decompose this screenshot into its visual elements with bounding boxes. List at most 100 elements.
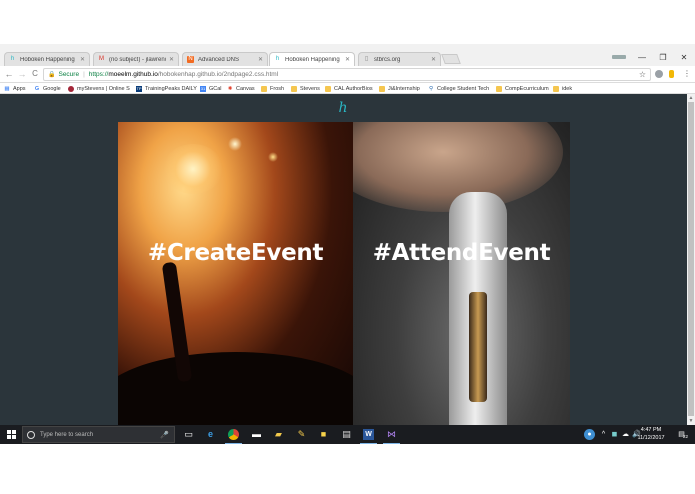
bookmark-compecurriculum[interactable]: CompEcurriculum	[496, 84, 549, 93]
bookmark-cal-authorbios[interactable]: CAL AuthorBios	[325, 84, 373, 93]
bookmark-stevens[interactable]: Stevens	[291, 84, 320, 93]
bookmark-ji-internship[interactable]: Ji&Internship	[379, 84, 420, 93]
close-icon[interactable]: ✕	[258, 56, 263, 63]
edge-icon[interactable]: e	[205, 429, 216, 440]
url-host: moeelm.github.io	[108, 71, 158, 78]
taskbar-search-box[interactable]: Type here to search 🎤	[22, 426, 175, 443]
pen-tip	[469, 292, 487, 402]
tab-hoboken-happening-2[interactable]: h Hoboken Happening ✕	[269, 52, 355, 66]
bookmark-apps[interactable]: ▦ Apps	[4, 84, 26, 93]
tab-advanced-dns[interactable]: N Advanced DNS ✕	[182, 52, 268, 66]
folder-icon	[553, 85, 559, 92]
create-event-heading: #CreateEvent	[147, 240, 324, 266]
address-bar[interactable]: 🔒 Secure | https:// moeelm.github.io /ho…	[43, 68, 651, 81]
chrome-icon[interactable]	[225, 429, 242, 444]
bookmark-label: TrainingPeaks DAILY	[145, 85, 197, 92]
folder-icon	[379, 85, 385, 92]
restore-button[interactable]: ❐	[656, 53, 670, 62]
site-logo[interactable]: h	[336, 100, 350, 116]
close-icon[interactable]: ✕	[80, 56, 85, 63]
bookmark-google[interactable]: G Google	[34, 84, 61, 93]
tab-title: stbrcs.org	[374, 56, 401, 63]
canvas-icon: ✺	[227, 85, 233, 92]
word-icon[interactable]: W	[360, 429, 377, 444]
bookmark-mystevens[interactable]: myStevens | Online S	[68, 84, 130, 93]
minimize-button[interactable]: —	[635, 53, 649, 62]
scroll-down-icon[interactable]: ▼	[687, 418, 695, 424]
crowd-silhouette	[118, 352, 353, 425]
apps-grid-icon: ▦	[4, 85, 10, 92]
tab-title: Hoboken Happening	[20, 56, 75, 63]
profile-icon[interactable]	[612, 55, 626, 59]
extension-icon[interactable]	[669, 70, 674, 78]
screen: h Hoboken Happening ✕ M (no subject) - j…	[0, 44, 695, 444]
separator: |	[83, 71, 85, 78]
bookmark-frosh[interactable]: Frosh	[261, 84, 284, 93]
microphone-icon[interactable]: 🎤	[160, 431, 169, 439]
bookmark-gcal[interactable]: 31 GCal	[200, 84, 222, 93]
reload-button[interactable]: C	[30, 69, 40, 79]
close-window-button[interactable]: ✕	[677, 53, 691, 62]
file-explorer-icon[interactable]: ▰	[273, 429, 284, 440]
bookmark-label: CAL AuthorBios	[334, 85, 373, 92]
gcal-icon: 31	[200, 85, 206, 92]
college-icon: ⚲	[428, 85, 434, 92]
google-icon: G	[34, 85, 40, 92]
close-icon[interactable]: ✕	[345, 56, 350, 63]
tab-stbrcs[interactable]: ▯ stbrcs.org ✕	[358, 52, 441, 66]
tab-title: (no subject) - jlawrenc@	[109, 56, 166, 63]
tab-title: Advanced DNS	[198, 56, 240, 63]
sticky-notes-icon[interactable]: ■	[318, 429, 329, 440]
bookmark-star-icon[interactable]: ☆	[639, 70, 646, 79]
close-icon[interactable]: ✕	[431, 56, 436, 63]
folder-icon	[496, 85, 502, 92]
clock-time[interactable]: 4:47 PM	[631, 427, 671, 433]
bookmark-label: idek	[562, 85, 573, 92]
visual-studio-icon[interactable]: ⋈	[383, 429, 400, 444]
bookmark-idek[interactable]: idek	[553, 84, 572, 93]
shield-extension-icon[interactable]	[655, 70, 663, 78]
folder-icon	[325, 85, 331, 92]
attend-event-heading: #AttendEvent	[372, 240, 551, 266]
bookmark-label: Google	[43, 85, 61, 92]
bookmark-label: College Student Tech	[437, 85, 490, 92]
tray-chevron-icon[interactable]: ^	[598, 429, 609, 440]
clock-date[interactable]: 11/12/2017	[631, 435, 671, 441]
bookmark-label: Apps	[13, 85, 26, 92]
terminal-icon[interactable]: ▬	[251, 429, 262, 440]
avatar-icon[interactable]: ●	[584, 429, 595, 440]
page-content: h #CreateEvent #AttendEvent	[0, 94, 687, 425]
tab-strip: h Hoboken Happening ✕ M (no subject) - j…	[0, 44, 695, 66]
store-icon[interactable]: ▤	[341, 429, 352, 440]
bookmark-label: myStevens | Online S	[77, 85, 130, 92]
menu-kebab-icon[interactable]: ⋮	[682, 69, 692, 79]
bookmark-college-student-tech[interactable]: ⚲ College Student Tech	[428, 84, 489, 93]
url-path: /hobokenhap.github.io/2ndpage2.css.html	[157, 71, 279, 78]
tab-title: Hoboken Happening	[285, 56, 340, 63]
tab-gmail[interactable]: M (no subject) - jlawrenc@ ✕	[93, 52, 179, 66]
scroll-thumb[interactable]	[688, 102, 694, 416]
paint-icon[interactable]: ✎	[296, 429, 307, 440]
create-event-panel[interactable]: #CreateEvent	[118, 122, 353, 425]
gmail-icon: M	[99, 56, 104, 62]
new-tab-button[interactable]	[441, 54, 461, 64]
bookmark-label: GCal	[209, 85, 222, 92]
onedrive-icon[interactable]: ☁	[620, 429, 631, 440]
tray-app-icon[interactable]: ◼	[609, 429, 620, 440]
back-button[interactable]: ←	[4, 69, 14, 79]
attend-event-panel[interactable]: #AttendEvent	[353, 122, 570, 425]
url-scheme: https://	[88, 71, 109, 78]
close-icon[interactable]: ✕	[169, 56, 174, 63]
bookmark-canvas[interactable]: ✺ Canvas	[227, 84, 255, 93]
forward-button[interactable]: →	[17, 69, 27, 79]
bookmark-trainingpeaks[interactable]: TP TrainingPeaks DAILY	[136, 84, 197, 93]
folder-icon	[291, 85, 297, 92]
scroll-up-icon[interactable]: ▲	[687, 95, 695, 101]
windows-start-icon[interactable]	[7, 430, 16, 439]
lock-icon: 🔒	[48, 72, 56, 78]
page-scrollbar[interactable]: ▲ ▼	[687, 94, 695, 425]
task-view-icon[interactable]: ▭	[183, 429, 194, 440]
windows-taskbar: Type here to search 🎤 ▭ e ▬ ▰ ✎ ■ ▤ W ⋈ …	[0, 425, 695, 444]
tab-hoboken-happening-1[interactable]: h Hoboken Happening ✕	[4, 52, 90, 66]
stage-light	[228, 137, 242, 151]
